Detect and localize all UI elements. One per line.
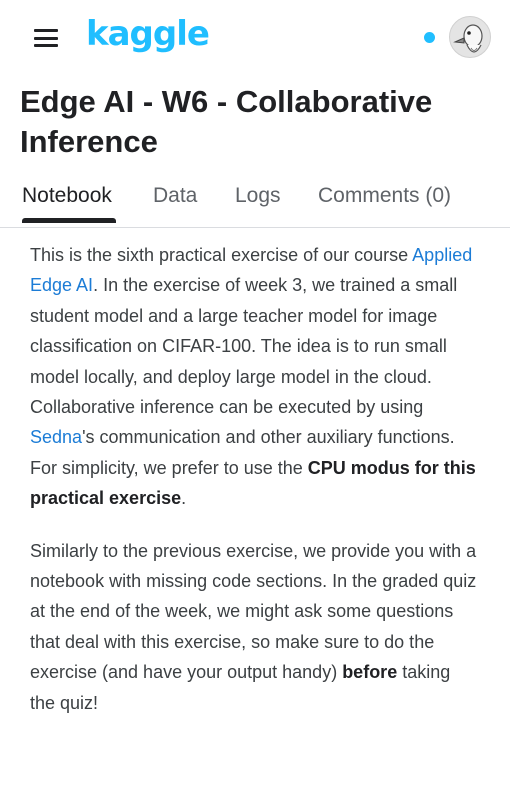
text-segment: . In the exercise of week 3, we trained …: [30, 275, 458, 418]
active-tab-indicator: [22, 218, 116, 223]
top-bar: kaggle: [0, 0, 510, 78]
notebook-description: This is the sixth practical exercise of …: [30, 240, 480, 740]
kaggle-logo[interactable]: kaggle: [86, 14, 210, 54]
page-title: Edge AI - W6 - Collaborative Inference: [20, 84, 433, 159]
text-segment: .: [181, 488, 187, 509]
tab-comments[interactable]: Comments (0): [318, 184, 451, 208]
tab-notebook[interactable]: Notebook: [22, 184, 112, 208]
paragraph-intro: This is the sixth practical exercise of …: [30, 240, 480, 514]
user-avatar-icon[interactable]: [449, 16, 491, 58]
paragraph-instructions: Similarly to the previous exercise, we p…: [30, 536, 480, 718]
notebook-tabs: Notebook Data Logs Comments (0): [0, 178, 510, 228]
hamburger-menu-icon[interactable]: [34, 29, 58, 47]
tab-data[interactable]: Data: [153, 184, 197, 208]
tab-logs[interactable]: Logs: [235, 184, 281, 208]
text-segment: This is the sixth practical exercise of …: [30, 245, 413, 265]
sedna-link[interactable]: Sedna: [30, 427, 82, 447]
notification-dot-icon[interactable]: [424, 32, 435, 43]
bold-text: before: [342, 662, 398, 683]
